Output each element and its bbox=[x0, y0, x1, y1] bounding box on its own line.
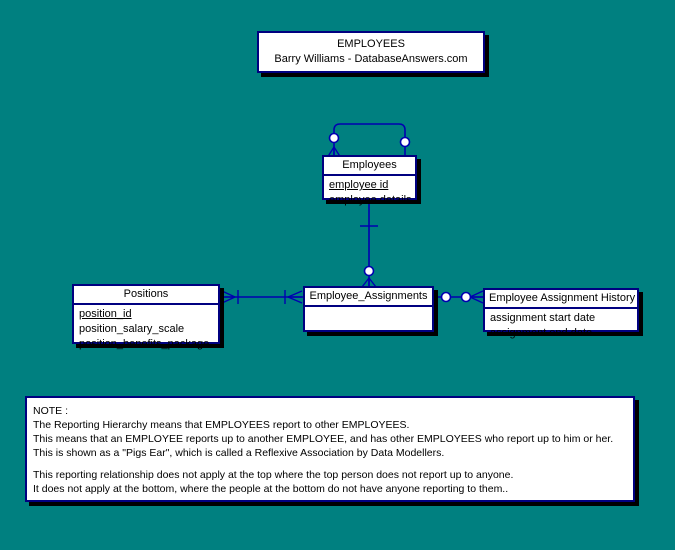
note-box: NOTE : The Reporting Hierarchy means tha… bbox=[25, 396, 635, 502]
note-line-spacer bbox=[33, 460, 633, 468]
attribute-row: employee details bbox=[329, 194, 412, 206]
entity-employee-assignments-attributes bbox=[305, 307, 432, 330]
entity-positions-name: Positions bbox=[74, 286, 218, 305]
diagram-title-box: EMPLOYEES Barry Williams - DatabaseAnswe… bbox=[257, 31, 485, 73]
attribute-row: assignment start date bbox=[490, 312, 596, 324]
note-line: This is shown as a "Pigs Ear", which is … bbox=[33, 447, 445, 459]
attribute-row: assignment end date bbox=[490, 327, 593, 339]
entity-employee-assignment-history[interactable]: Employee Assignment History assignment s… bbox=[483, 288, 639, 339]
note-label: NOTE : bbox=[33, 405, 69, 417]
note-line: This reporting relationship does not app… bbox=[33, 469, 514, 481]
attribute-row: position_salary_scale bbox=[79, 323, 185, 335]
entity-positions-attributes: position_id position_salary_scale positi… bbox=[74, 305, 218, 354]
er-diagram-canvas: EMPLOYEES Barry Williams - DatabaseAnswe… bbox=[0, 0, 675, 550]
diagram-title-heading: EMPLOYEES bbox=[337, 38, 405, 50]
entity-employee-assignments-name: Employee_Assignments bbox=[305, 288, 432, 307]
attribute-row: employee id bbox=[329, 179, 389, 191]
note-line: This means that an EMPLOYEE reports up t… bbox=[33, 433, 614, 445]
entity-employee-assignment-history-name: Employee Assignment History bbox=[485, 290, 637, 309]
note-line: It does not apply at the bottom, where t… bbox=[33, 483, 509, 495]
diagram-title-subheading: Barry Williams - DatabaseAnswers.com bbox=[274, 53, 468, 65]
entity-employee-assignment-history-attributes: assignment start date assignment end dat… bbox=[485, 309, 637, 343]
note-line: The Reporting Hierarchy means that EMPLO… bbox=[33, 419, 410, 431]
entity-employee-assignments[interactable]: Employee_Assignments bbox=[303, 286, 434, 332]
attribute-row: position_id bbox=[79, 308, 132, 320]
reflexive-association-pigs-ear bbox=[326, 123, 411, 159]
entity-employees-name: Employees bbox=[324, 157, 415, 176]
entity-employees-attributes: employee id employee details bbox=[324, 176, 415, 210]
connector-employees-assignments bbox=[360, 200, 378, 288]
attribute-row: position_benefits_package bbox=[79, 338, 210, 350]
connector-positions-assignments bbox=[220, 290, 303, 304]
connector-assignments-history bbox=[434, 290, 484, 304]
entity-employees[interactable]: Employees employee id employee details bbox=[322, 155, 417, 206]
entity-positions[interactable]: Positions position_id position_salary_sc… bbox=[72, 284, 220, 350]
